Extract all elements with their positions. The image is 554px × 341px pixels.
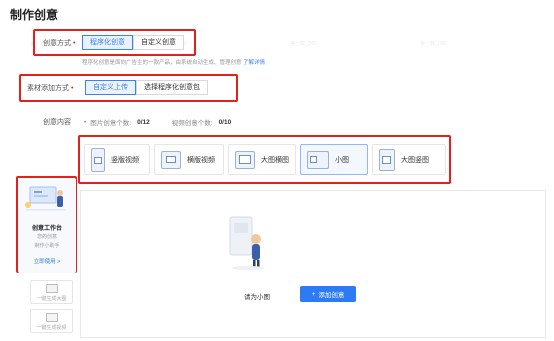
watermark: 美一数_D60	[420, 41, 447, 47]
creative-mode-selector: 程序化创意 自定义创意	[82, 35, 184, 50]
page-title: 制作创意	[10, 8, 59, 22]
empty-state-text: 请为小图	[244, 294, 270, 301]
workbench-illustration	[25, 186, 66, 211]
option-programmatic-package[interactable]: 选择程序化创意包	[136, 80, 208, 95]
option-custom-creative[interactable]: 自定义创意	[133, 35, 184, 50]
workbench-card[interactable]: 创意工作台 您的创意 制作小助手 立即使用 >	[18, 178, 76, 273]
small-image-icon	[307, 150, 329, 169]
format-card-large-vertical-image[interactable]: 大图竖图	[372, 144, 446, 175]
use-now-link[interactable]: 立即使用 >	[18, 257, 76, 265]
format-card-vertical-video[interactable]: 竖版视频	[84, 144, 150, 175]
vertical-video-icon	[91, 147, 105, 172]
creative-mode-label: 创意方式 •	[43, 40, 76, 47]
plus-icon: +	[311, 290, 316, 298]
creative-content-label: 创意内容	[43, 119, 71, 126]
generate-large-image-button[interactable]: 一键生成大图	[30, 280, 73, 304]
large-horizontal-image-icon	[235, 150, 255, 169]
option-programmatic-creative[interactable]: 程序化创意	[82, 35, 133, 50]
empty-state-illustration	[229, 216, 264, 270]
watermark: 美一数_D60	[290, 41, 317, 47]
creative-mode-hint: 程序化创意是面向广告主的一款产品，由系统自动生成、管理创意 了解详情	[82, 60, 266, 66]
creative-panel	[80, 190, 546, 338]
learn-more-link[interactable]: 了解详情	[243, 60, 265, 66]
image-count-icon: •	[84, 118, 87, 126]
option-custom-upload[interactable]: 自定义上传	[85, 80, 136, 95]
format-card-horizontal-video[interactable]: 横版视频	[154, 144, 224, 175]
format-card-small-image[interactable]: 小图	[300, 144, 368, 175]
material-mode-label: 素材添加方式 •	[27, 85, 74, 92]
image-icon	[46, 284, 58, 293]
horizontal-video-icon	[161, 150, 181, 169]
large-vertical-image-icon	[379, 148, 395, 171]
generate-video-button[interactable]: 一键生成视频	[30, 309, 73, 333]
video-icon	[46, 313, 58, 322]
material-mode-selector: 自定义上传 选择程序化创意包	[85, 80, 208, 95]
creative-counts: • 图片创意个数: 0/12 视频创意个数: 0/10	[84, 118, 232, 128]
format-card-large-horizontal-image[interactable]: 大图横图	[228, 144, 296, 175]
add-creative-button[interactable]: + 添加创意	[300, 286, 356, 302]
